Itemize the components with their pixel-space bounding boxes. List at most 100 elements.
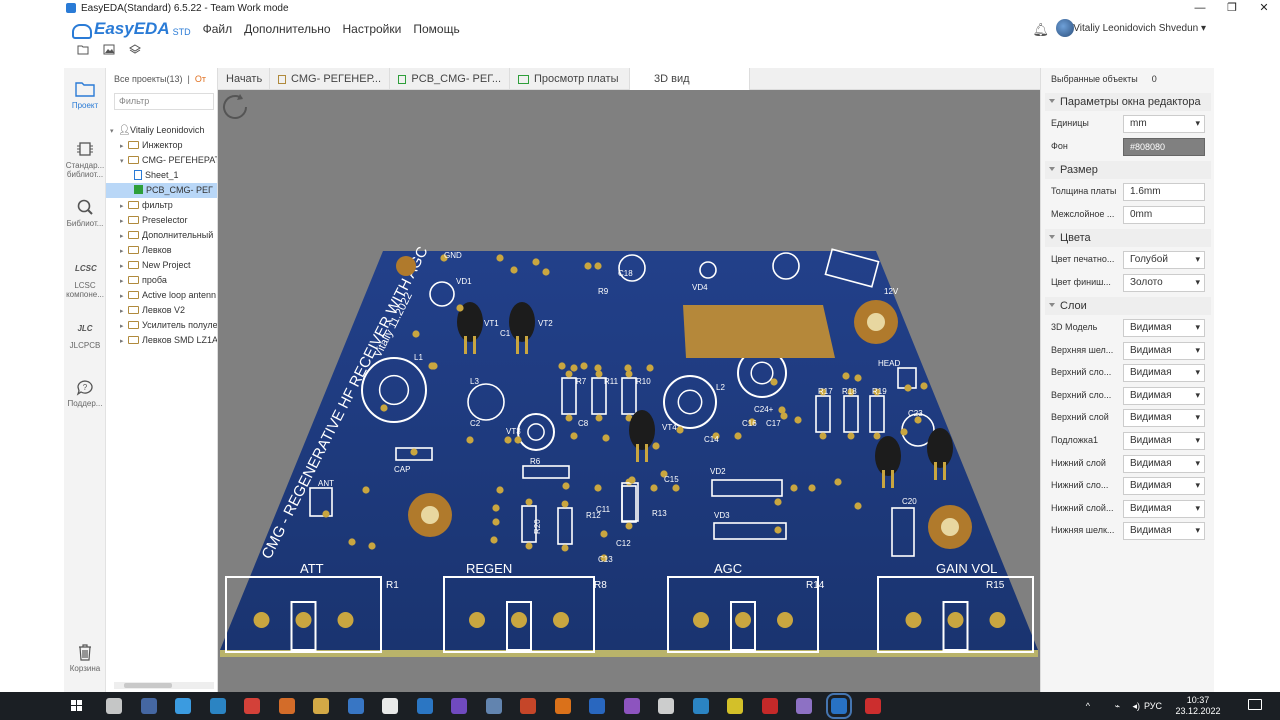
taskbar-app-icon[interactable] [589,698,605,714]
tab-pcb[interactable]: PCB_CMG- РЕГ... [390,68,510,90]
layer-visibility-select[interactable]: Видимая [1123,477,1205,496]
tree-item[interactable]: ▸ фильтр [106,198,217,213]
tree-item[interactable]: ▸ Левков [106,243,217,258]
windows-start-icon[interactable] [71,700,83,712]
taskbar-app-icon[interactable] [175,698,191,714]
right-margin [1214,16,1280,692]
section-size[interactable]: Размер [1045,161,1211,179]
menu-settings[interactable]: Настройки [343,22,402,36]
layer-visibility-select[interactable]: Видимая [1123,454,1205,473]
tree-item[interactable]: ▸ Инжектор [106,138,217,153]
bell-icon[interactable]: 🔔︎ [1032,22,1049,38]
layer-visibility-select[interactable]: Видимая [1123,364,1205,383]
tab-start[interactable]: Начать [218,68,270,90]
sidebar-item-project[interactable]: Проект [64,80,106,110]
tree-item[interactable]: PCB_CMG- РЕГ [106,183,217,198]
taskbar-app-icon[interactable] [796,698,812,714]
language-indicator[interactable]: РУС [1144,701,1162,711]
menu-help[interactable]: Помощь [413,22,459,36]
layer-visibility-select[interactable]: Видимая [1123,499,1205,518]
sidebar-item-std-library[interactable]: Стандар... библиот... [64,140,106,179]
taskbar-app-icon[interactable] [485,698,502,714]
folder-icon[interactable] [76,44,90,58]
taskbar-app-icon[interactable] [278,698,295,714]
finish-color-select[interactable]: Золото [1123,274,1205,292]
chevron-up-icon[interactable]: ^ [1086,701,1090,711]
tree-item[interactable]: ▸ Левков SMD LZ1A [106,333,217,348]
layer-visibility-select[interactable]: Видимая [1123,386,1205,405]
taskbar-app-icon[interactable] [825,693,852,719]
layer-visibility-select[interactable]: Видимая [1123,522,1205,541]
rotate-view-icon[interactable] [218,90,252,124]
avatar[interactable] [1056,19,1074,37]
clock[interactable]: 10:37 23.12.2022 [1168,695,1228,717]
taskbar-app-icon[interactable] [865,698,881,714]
potentiometer-label: R1 [386,580,399,591]
tree-item[interactable]: ▸ Дополнительный [106,228,217,243]
taskbar-app-icon[interactable] [106,698,122,714]
user-menu[interactable]: Vitaliy Leonidovich Shvedun ▾ [1073,23,1206,34]
taskbar-app-icon[interactable] [520,698,536,714]
taskbar-app-icon[interactable] [554,698,571,714]
layer-visibility-select[interactable]: Видимая [1123,319,1205,337]
all-projects-link[interactable]: Все проекты(13) [114,74,183,84]
sidebar-item-library[interactable]: Библиот... [64,198,106,228]
taskbar-app-icon[interactable] [313,698,329,714]
taskbar-app-icon[interactable] [244,698,260,714]
sidebar-item-support[interactable]: ? Поддер... [64,378,106,408]
taskbar-app-icon[interactable] [140,698,157,714]
tree-item[interactable]: ▸ Усилитель полуле [106,318,217,333]
notifications-icon[interactable] [1248,699,1262,710]
tree-item[interactable]: ▸ Левков V2 [106,303,217,318]
section-layers[interactable]: Слои [1045,297,1211,315]
taskbar-app-icon[interactable] [658,698,674,714]
3d-viewport[interactable]: CMG - REGENERATIVE HF RECEIVER WITH AGC V… [218,90,1040,692]
image-icon[interactable] [102,44,116,58]
section-colors[interactable]: Цвета [1045,229,1211,247]
tab-board-preview[interactable]: Просмотр платы [510,68,630,90]
tree-item[interactable]: Sheet_1 [106,168,217,183]
taskbar-app-icon[interactable] [451,698,467,714]
thickness-input[interactable]: 1.6mm [1123,183,1205,201]
tab-3d-view[interactable]: 3D вид [630,68,750,90]
sidebar-item-trash[interactable]: Корзина [64,643,106,673]
units-select[interactable]: mm [1123,115,1205,133]
tree-horizontal-scrollbar[interactable] [114,682,214,689]
other-projects-link[interactable]: От [195,74,206,84]
toolbar [64,42,142,60]
taskbar-app-icon[interactable] [382,698,398,714]
maximize-button[interactable]: ❐ [1216,0,1248,16]
network-icon[interactable]: ⌁ [1115,701,1120,712]
section-editor-params[interactable]: Параметры окна редактора [1045,93,1211,111]
layers-icon[interactable] [128,44,142,58]
sidebar-item-lcsc[interactable]: LCSC LCSC компоне... [64,260,106,299]
tree-owner[interactable]: ▾ 👤︎Vitaliy Leonidovich [106,123,217,138]
volume-icon[interactable]: ◂) [1132,701,1140,712]
taskbar-app-icon[interactable] [623,698,640,714]
transistor-lead [882,470,885,488]
taskbar-app-icon[interactable] [692,698,709,714]
taskbar-app-icon[interactable] [347,698,364,714]
tree-item[interactable]: ▸ Preselector [106,213,217,228]
menu-file[interactable]: Файл [203,22,233,36]
minimize-button[interactable]: — [1184,0,1216,16]
layer-visibility-select[interactable]: Видимая [1123,409,1205,428]
taskbar-app-icon[interactable] [761,698,778,714]
filter-input[interactable]: Фильтр [114,93,214,110]
mask-color-select[interactable]: Голубой [1123,251,1205,269]
taskbar-app-icon[interactable] [209,698,226,714]
menu-advanced[interactable]: Дополнительно [244,22,330,36]
tree-item[interactable]: ▸ Active loop antenn [106,288,217,303]
taskbar-app-icon[interactable] [416,698,433,714]
layer-visibility-select[interactable]: Видимая [1123,432,1205,450]
background-color-field[interactable]: #808080 [1123,138,1205,156]
tree-item[interactable]: ▸ проба [106,273,217,288]
tab-schematic[interactable]: CMG- РЕГЕНЕР... [270,68,390,90]
close-button[interactable]: ✕ [1248,0,1280,16]
tree-item[interactable]: ▸ New Project [106,258,217,273]
tree-item[interactable]: ▾ CMG- РЕГЕНЕРАТ [106,153,217,168]
interlayer-input[interactable]: 0mm [1123,206,1205,224]
sidebar-item-jlcpcb[interactable]: JLC JLCPCB [64,320,106,350]
taskbar-app-icon[interactable] [727,698,743,714]
layer-visibility-select[interactable]: Видимая [1123,341,1205,360]
